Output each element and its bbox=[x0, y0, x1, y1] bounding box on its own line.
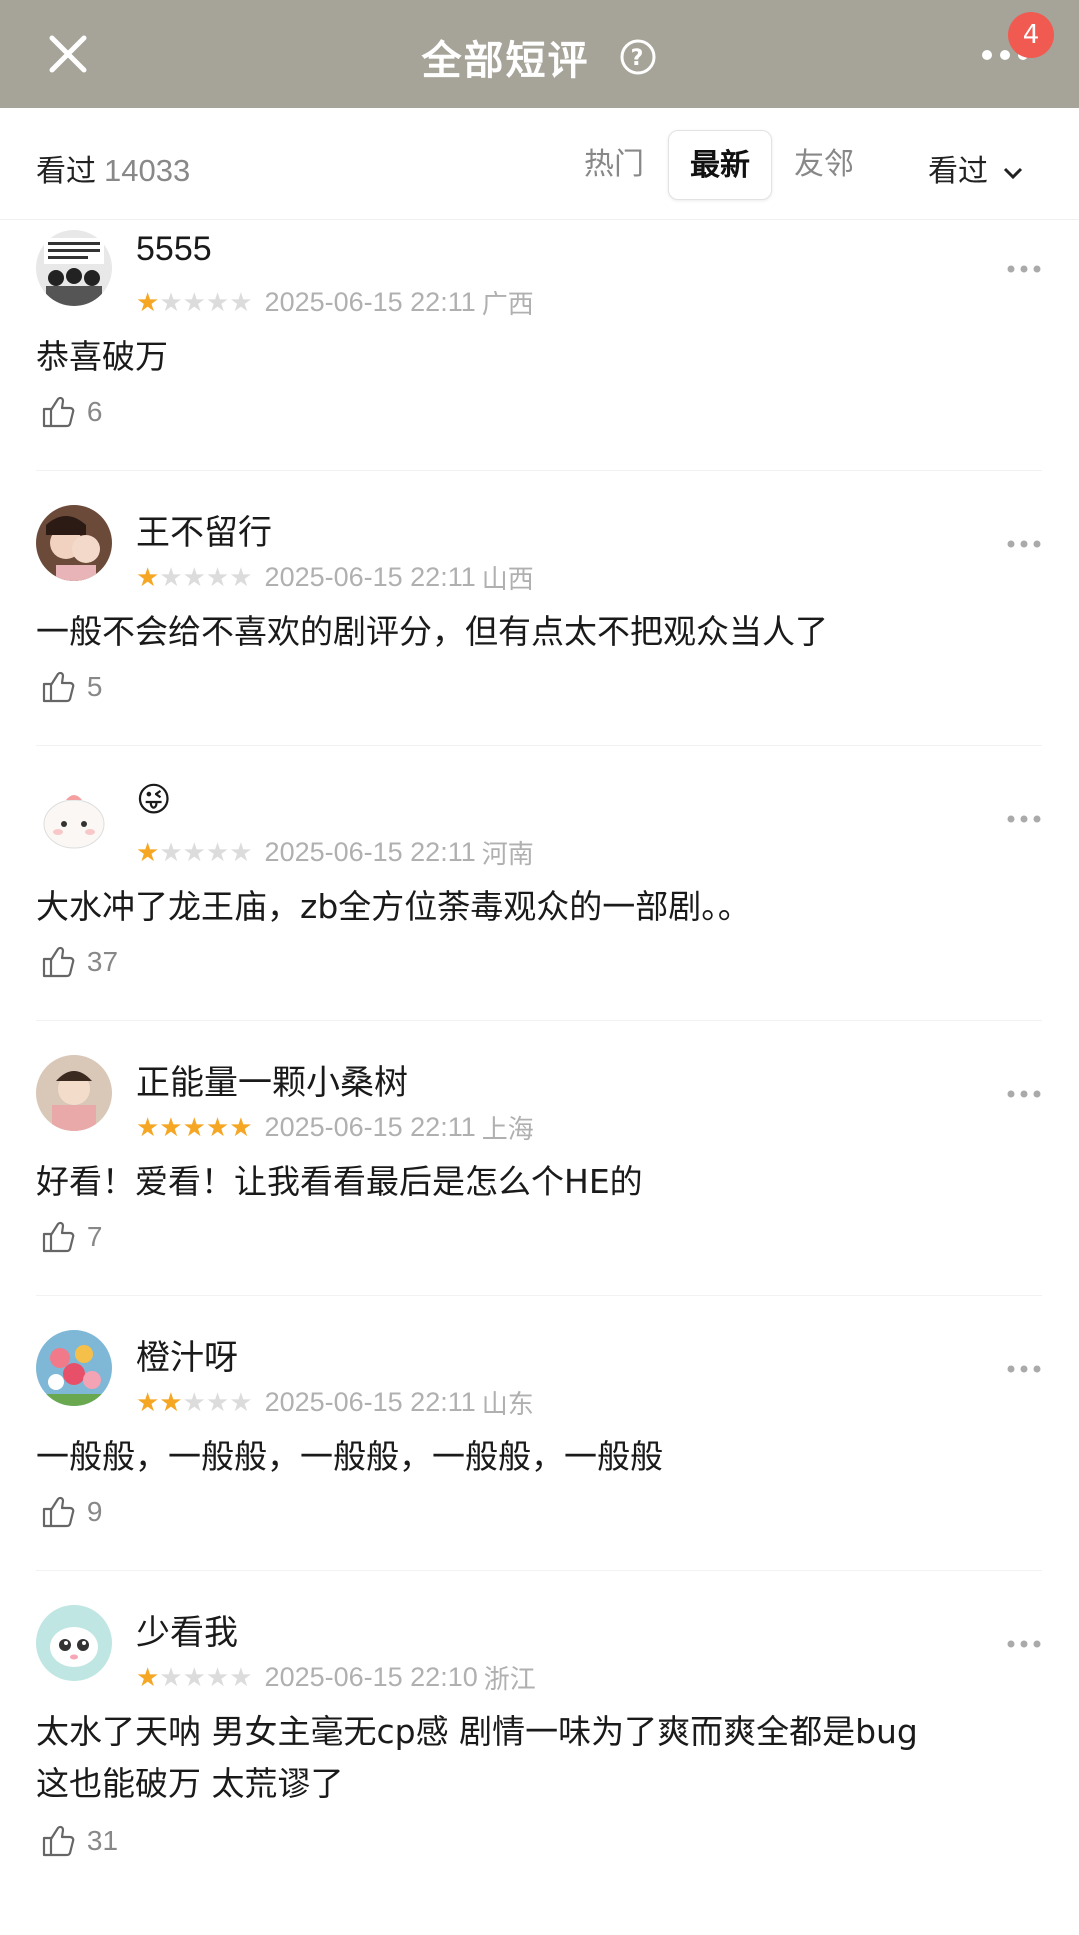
like-count: 5 bbox=[86, 671, 103, 702]
comment-text: 恭喜破万 bbox=[36, 337, 168, 376]
rating-stars: ★★★★★ bbox=[136, 837, 253, 868]
like-button[interactable]: 31 bbox=[40, 1823, 118, 1859]
comment-region: 山东 bbox=[481, 1390, 534, 1420]
thumbs-up-icon bbox=[42, 671, 75, 703]
username[interactable]: 王不留行 bbox=[136, 505, 272, 554]
like-button[interactable]: 7 bbox=[40, 1219, 102, 1255]
more-icon[interactable] bbox=[1006, 264, 1042, 274]
tab-hot[interactable]: 热门 bbox=[576, 130, 652, 200]
filter-bar: 看过 14033 热门 最新 友邻 看过 bbox=[0, 108, 1079, 220]
rating-stars: ★★★★★ bbox=[136, 287, 253, 318]
thumbs-up-icon bbox=[42, 396, 75, 428]
username[interactable]: 😜 bbox=[136, 780, 171, 820]
thumbs-up-icon bbox=[42, 946, 75, 978]
like-button[interactable]: 37 bbox=[40, 944, 118, 980]
comment-meta: ★★★★★ 2025-06-15 22:11 河南 bbox=[136, 834, 534, 871]
comment-date: 2025-06-15 22:10 bbox=[264, 1662, 478, 1692]
like-button[interactable]: 9 bbox=[40, 1494, 102, 1530]
comment-text-line2: 这也能破万 太荒谬了 bbox=[36, 1764, 344, 1803]
divider bbox=[36, 1020, 1042, 1021]
comment-text: 好看！爱看！让我看看最后是怎么个HE的 bbox=[36, 1162, 643, 1201]
more-icon[interactable] bbox=[1006, 1364, 1042, 1374]
avatar[interactable] bbox=[36, 1330, 112, 1406]
comment-date: 2025-06-15 22:11 bbox=[264, 287, 476, 317]
tab-latest[interactable]: 最新 bbox=[668, 130, 772, 200]
avatar[interactable] bbox=[36, 230, 112, 306]
top-bar: 全部短评 ? 4 bbox=[0, 0, 1079, 108]
page-title: 全部短评 bbox=[421, 38, 590, 84]
watched-label: 看过 bbox=[36, 154, 96, 189]
comment-meta: ★★★★★ 2025-06-15 22:11 广西 bbox=[136, 284, 534, 321]
like-button[interactable]: 5 bbox=[40, 669, 102, 705]
comment-text: 大水冲了龙王庙，zb全方位荼毒观众的一部剧。。 bbox=[36, 887, 751, 926]
comment-region: 上海 bbox=[481, 1115, 534, 1145]
rating-stars: ★★★★★ bbox=[136, 1387, 253, 1418]
help-icon[interactable]: ? bbox=[619, 38, 657, 76]
rating-stars: ★★★★★ bbox=[136, 1112, 253, 1143]
divider bbox=[36, 1295, 1042, 1296]
comment-text: 一般不会给不喜欢的剧评分，但有点太不把观众当人了 bbox=[36, 612, 828, 651]
comment-meta: ★★★★★ 2025-06-15 22:11 上海 bbox=[136, 1109, 534, 1146]
watched-count: 14033 bbox=[104, 153, 191, 188]
more-icon[interactable] bbox=[1006, 814, 1042, 824]
divider bbox=[36, 1570, 1042, 1571]
avatar[interactable] bbox=[36, 1055, 112, 1131]
rating-stars: ★★★★★ bbox=[136, 1662, 253, 1693]
avatar[interactable] bbox=[36, 780, 112, 856]
username[interactable]: 橙汁呀 bbox=[136, 1330, 238, 1379]
like-count: 7 bbox=[86, 1221, 103, 1252]
comment-region: 广西 bbox=[481, 290, 534, 320]
rating-stars: ★★★★★ bbox=[136, 562, 253, 593]
comment-region: 河南 bbox=[481, 840, 534, 870]
more-icon[interactable] bbox=[1006, 1089, 1042, 1099]
comment-region: 山西 bbox=[481, 565, 534, 595]
sort-dropdown[interactable]: 看过 bbox=[928, 146, 1024, 190]
comment-date: 2025-06-15 22:11 bbox=[264, 1387, 476, 1417]
divider bbox=[36, 470, 1042, 471]
comment-text: 太水了天呐 男女主毫无cp感 剧情一味为了爽而爽全都是bug bbox=[36, 1712, 918, 1751]
thumbs-up-icon bbox=[42, 1496, 75, 1528]
sort-label: 看过 bbox=[928, 154, 988, 189]
comment-date: 2025-06-15 22:11 bbox=[264, 562, 476, 592]
comment-text: 一般般，一般般，一般般，一般般，一般般 bbox=[36, 1437, 663, 1476]
comment-date: 2025-06-15 22:11 bbox=[264, 837, 476, 867]
watched-count-label: 看过 14033 bbox=[36, 146, 190, 190]
like-count: 6 bbox=[86, 396, 103, 427]
page-title-wrap: 全部短评 ? bbox=[0, 28, 1079, 86]
thumbs-up-icon bbox=[42, 1825, 75, 1857]
like-button[interactable]: 6 bbox=[40, 394, 102, 430]
like-count: 9 bbox=[86, 1496, 103, 1527]
comment-region: 浙江 bbox=[483, 1665, 536, 1695]
username[interactable]: 正能量一颗小桑树 bbox=[136, 1055, 408, 1104]
comment-meta: ★★★★★ 2025-06-15 22:11 山西 bbox=[136, 559, 534, 596]
chevron-down-icon bbox=[1003, 167, 1022, 179]
username[interactable]: 少看我 bbox=[136, 1605, 238, 1654]
more-icon[interactable] bbox=[1006, 1639, 1042, 1649]
comment-meta: ★★★★★ 2025-06-15 22:11 山东 bbox=[136, 1384, 534, 1421]
more-icon[interactable] bbox=[1006, 539, 1042, 549]
tab-friends[interactable]: 友邻 bbox=[786, 130, 862, 200]
avatar[interactable] bbox=[36, 505, 112, 581]
like-count: 37 bbox=[86, 946, 119, 977]
comment-date: 2025-06-15 22:11 bbox=[264, 1112, 476, 1142]
username[interactable]: 5555 bbox=[136, 230, 212, 269]
thumbs-up-icon bbox=[42, 1221, 75, 1253]
notification-badge: 4 bbox=[1008, 12, 1054, 58]
like-count: 31 bbox=[86, 1825, 119, 1856]
avatar[interactable] bbox=[36, 1605, 112, 1681]
comment-meta: ★★★★★ 2025-06-15 22:10 浙江 bbox=[136, 1659, 536, 1696]
divider bbox=[36, 745, 1042, 746]
svg-text:?: ? bbox=[631, 46, 646, 71]
